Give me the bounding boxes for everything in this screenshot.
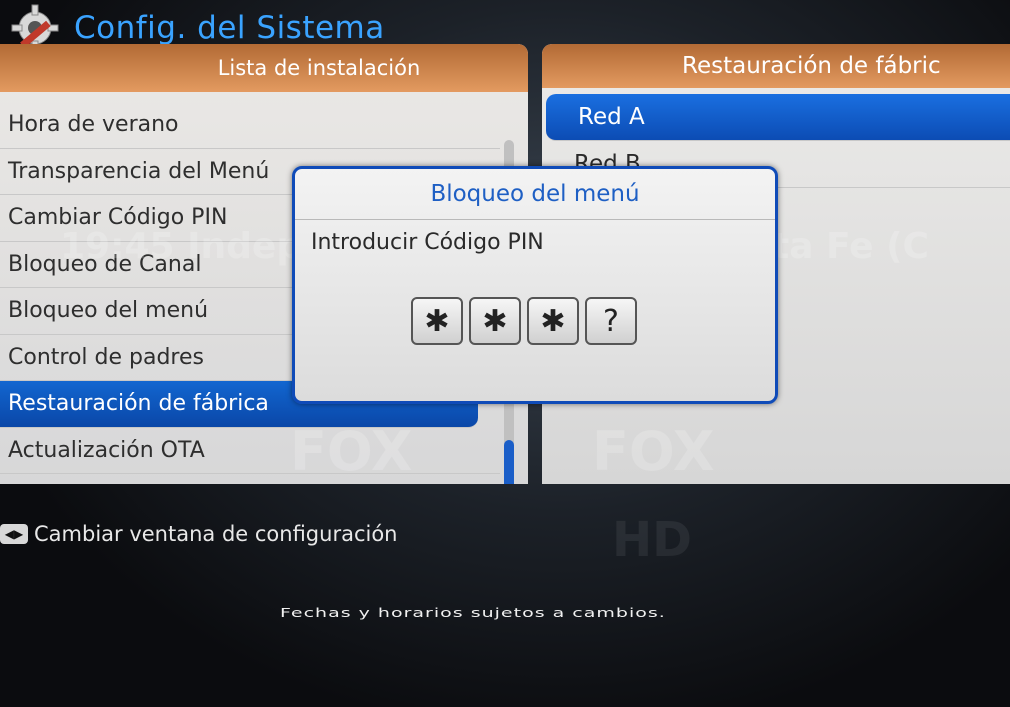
- menu-lock-dialog: Bloqueo del menú Introducir Código PIN ✱…: [292, 166, 778, 404]
- pin-digit-1[interactable]: ✱: [411, 297, 463, 345]
- installation-list-title: Lista de instalación: [0, 44, 528, 92]
- factory-reset-title: Restauración de fábric: [542, 44, 1010, 88]
- pin-entry[interactable]: ✱ ✱ ✱ ?: [411, 297, 637, 345]
- pin-digit-2[interactable]: ✱: [469, 297, 521, 345]
- fox-logo-watermark-right: FOX: [592, 420, 715, 483]
- menu-item-hora-verano[interactable]: Hora de verano: [0, 102, 500, 149]
- scrollbar-thumb[interactable]: [504, 440, 514, 484]
- pin-digit-3[interactable]: ✱: [527, 297, 579, 345]
- menu-item-actualizacion-ota[interactable]: Actualización OTA: [0, 428, 500, 474]
- footer-hint: ◀▶ Cambiar ventana de configuración: [0, 522, 397, 546]
- hd-logo-watermark: HD: [612, 512, 693, 568]
- left-right-arrows-icon: ◀▶: [0, 524, 28, 544]
- pin-digit-4[interactable]: ?: [585, 297, 637, 345]
- broadcast-ticker: Fechas y horarios sujetos a cambios.: [280, 606, 666, 621]
- option-red-a[interactable]: Red A: [546, 94, 1010, 141]
- pin-prompt: Introducir Código PIN: [311, 230, 544, 255]
- footer-hint-label: Cambiar ventana de configuración: [34, 522, 398, 546]
- screen-title: Config. del Sistema: [74, 10, 385, 46]
- dialog-title: Bloqueo del menú: [295, 169, 775, 220]
- fox-logo-watermark-left: FOX: [290, 420, 413, 483]
